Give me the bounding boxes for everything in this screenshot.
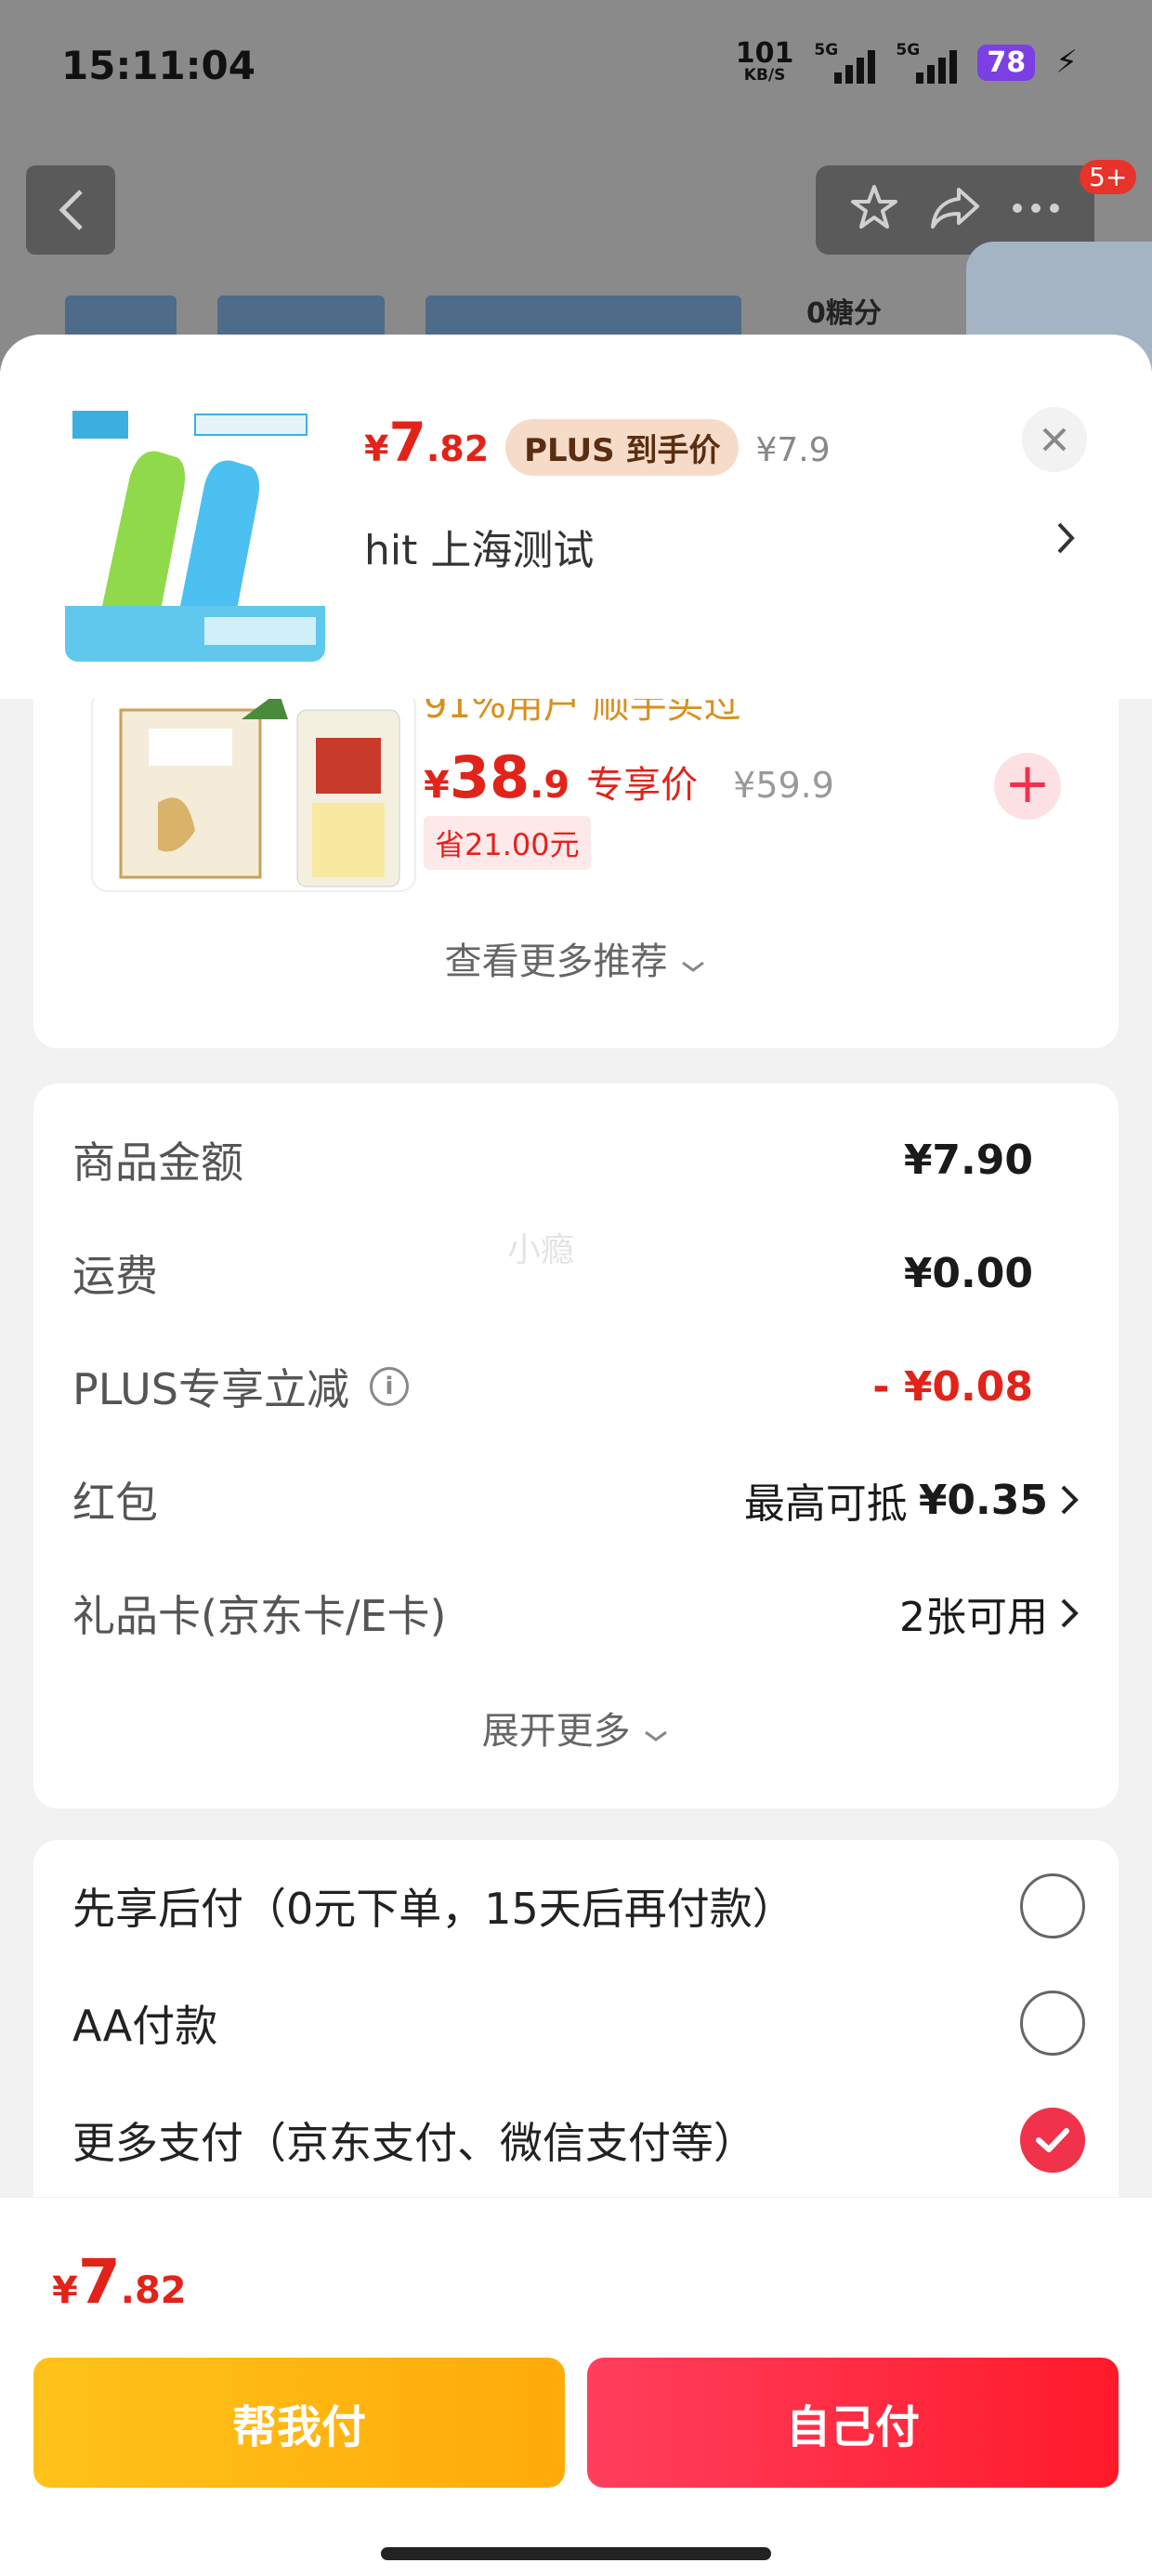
home-indicator[interactable] [381,2547,771,2560]
network-speed-value: 101 [735,37,794,70]
recommendation-price: ¥38.9 [424,743,570,811]
total-price: ¥7.82 [52,2246,187,2318]
status-bar: 15:11:04 101 KB/S 5G 5G 78 ⚡ [0,0,1152,130]
payment-option-label: 先享后付（0元下单，15天后再付款） [72,1884,795,1934]
more-icon[interactable] [1010,199,1062,221]
share-icon[interactable] [927,182,983,238]
fee-value-wrap: 2张可用 [899,1584,1080,1643]
savings-badge: 省21.00元 [424,816,591,870]
expand-more-label: 展开更多 [481,1710,631,1753]
help-me-pay-button[interactable]: 帮我付 [33,2358,565,2488]
back-button[interactable] [26,165,115,255]
recommendation-title: 91%用户 顺手买过 [424,699,741,727]
delivery-address[interactable]: hit 上海测试 [364,517,594,576]
recommendation-price-row: ¥38.9 专享价 ¥59.9 [424,743,834,811]
battery-indicator: 78 [977,44,1036,81]
background-page: 15:11:04 101 KB/S 5G 5G 78 ⚡ 5+ 0糖分 [0,0,1152,390]
charging-icon: ⚡ [1055,44,1078,81]
recommendation-image[interactable] [91,699,416,892]
payment-option-more[interactable]: 更多支付（京东支付、微信支付等） [72,2098,1085,2182]
more-recommendations-link[interactable]: 查看更多推荐 [33,931,1119,985]
payment-option-aa[interactable]: AA付款 [72,1981,1085,2065]
payment-option-pay-later[interactable]: 先享后付（0元下单，15天后再付款） [72,1864,1085,1948]
product-price: ¥7.82 [364,411,490,474]
fee-label: 运费 [72,1251,158,1301]
pay-myself-button[interactable]: 自己付 [587,2358,1119,2488]
checkmark-icon [1036,2128,1069,2152]
bottom-action-bar: ¥7.82 帮我付 自己付 [0,2197,1152,2576]
fee-value-prefix: 最高可抵 [743,1480,908,1528]
background-sugar-text: 0糖分 [806,297,882,330]
status-indicators: 101 KB/S 5G 5G 78 ⚡ [735,37,1078,85]
plus-price-tag: PLUS 到手价 [505,419,740,476]
signal-icon-2: 5G [896,41,958,84]
chevron-right-icon [1061,1598,1079,1628]
recommendation-original-price: ¥59.9 [733,765,834,806]
fee-label: 商品金额 [72,1137,243,1188]
fee-row-goods: 商品金额 ¥7.90 [72,1123,1080,1197]
fee-label: 红包 [72,1478,158,1528]
more-recommendations-label: 查看更多推荐 [444,940,668,983]
fee-row-red-packet[interactable]: 红包 最高可抵 ¥0.35 [72,1463,1080,1537]
product-price-row: ¥7.82 PLUS 到手价 ¥7.9 [364,411,831,476]
radio-button-checked[interactable] [1020,2108,1085,2173]
chevron-right-icon[interactable] [1055,520,1076,559]
info-icon[interactable]: i [369,1367,409,1406]
fee-label-wrap: PLUS专享立减 i [72,1356,409,1417]
star-icon[interactable] [848,182,900,238]
fee-value: ¥7.90 [903,1136,1033,1184]
fee-row-shipping: 运费 ¥0.00 [72,1236,1080,1310]
payment-option-label: 更多支付（京东支付、微信支付等） [72,2118,756,2168]
fee-value: - ¥0.08 [872,1362,1033,1411]
fee-value-wrap: 最高可抵 ¥0.35 [744,1470,1080,1530]
chevron-down-icon [645,1730,668,1741]
sheet-header: ¥7.82 PLUS 到手价 ¥7.9 hit 上海测试 [0,335,1152,699]
chevron-down-icon [682,961,705,972]
fee-value: ¥0.35 [918,1476,1048,1524]
chevron-left-icon [59,190,83,230]
fee-row-plus-discount: PLUS专享立减 i - ¥0.08 [72,1349,1080,1424]
payment-option-label: AA付款 [72,2001,218,2051]
fee-row-gift-card[interactable]: 礼品卡(京东卡/E卡) 2张可用 [72,1576,1080,1650]
network-speed-unit: KB/S [743,66,786,85]
product-thumbnail [65,401,325,662]
recommendation-card: 91%用户 顺手买过 ¥38.9 专享价 ¥59.9 省21.00元 + 查看更… [33,699,1119,1048]
close-icon [1042,427,1067,452]
close-button[interactable] [1022,407,1087,472]
fee-label: PLUS专享立减 [72,1364,349,1414]
payment-method-card: 先享后付（0元下单，15天后再付款） AA付款 更多支付（京东支付、微信支付等） [33,1840,1119,2230]
message-badge: 5+ [1080,160,1137,194]
fee-label: 礼品卡(京东卡/E卡) [72,1591,447,1641]
fee-summary-card: 小瘾 商品金额 ¥7.90 运费 ¥0.00 PLUS专享立减 i - ¥0.0… [33,1084,1119,1808]
radio-button[interactable] [1020,1991,1085,2056]
fee-value: 2张可用 [899,1594,1048,1641]
expand-more-link[interactable]: 展开更多 [33,1701,1119,1755]
status-time: 15:11:04 [61,43,255,88]
exclusive-price-tag: 专享价 [586,764,699,807]
original-price: ¥7.9 [755,431,831,469]
network-speed: 101 KB/S [735,37,794,85]
signal-icon: 5G [814,41,876,84]
chevron-right-icon [1061,1485,1079,1515]
fee-value: ¥0.00 [903,1249,1033,1297]
radio-button[interactable] [1020,1873,1085,1939]
add-to-cart-button[interactable]: + [994,753,1061,820]
